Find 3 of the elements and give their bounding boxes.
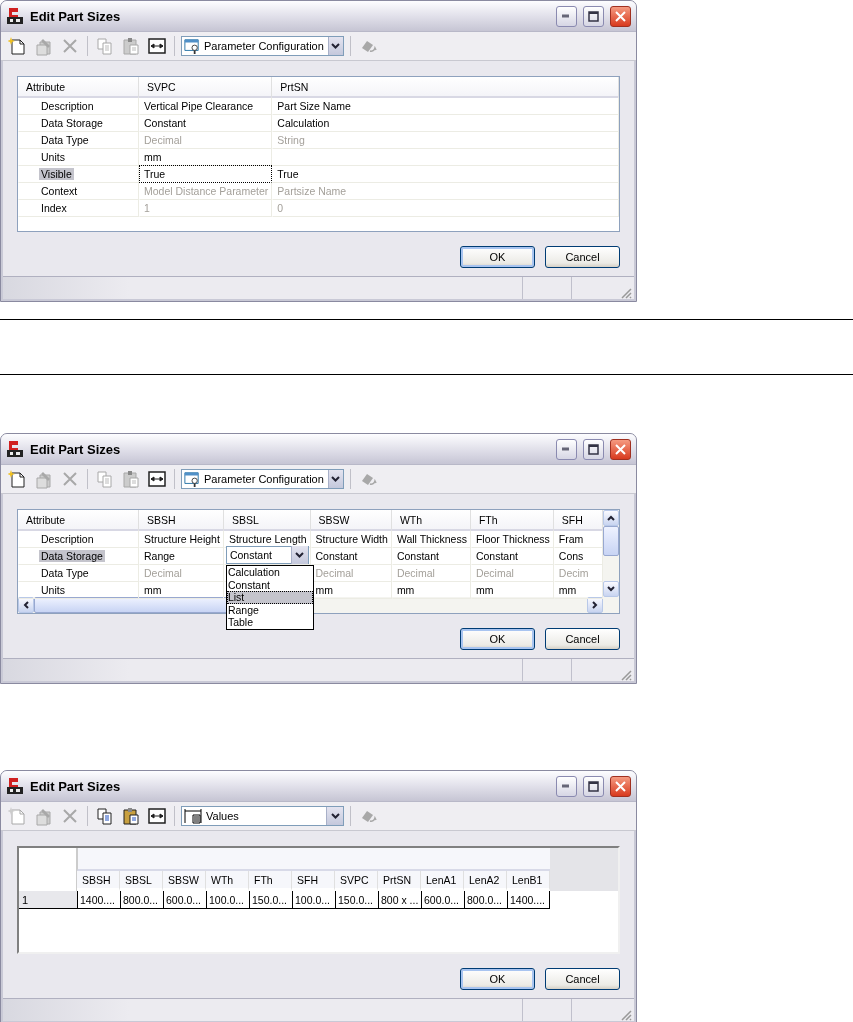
window-title: Edit Part Sizes (30, 8, 122, 24)
window-title: Edit Part Sizes (30, 441, 122, 457)
window-title: Edit Part Sizes (30, 778, 122, 794)
